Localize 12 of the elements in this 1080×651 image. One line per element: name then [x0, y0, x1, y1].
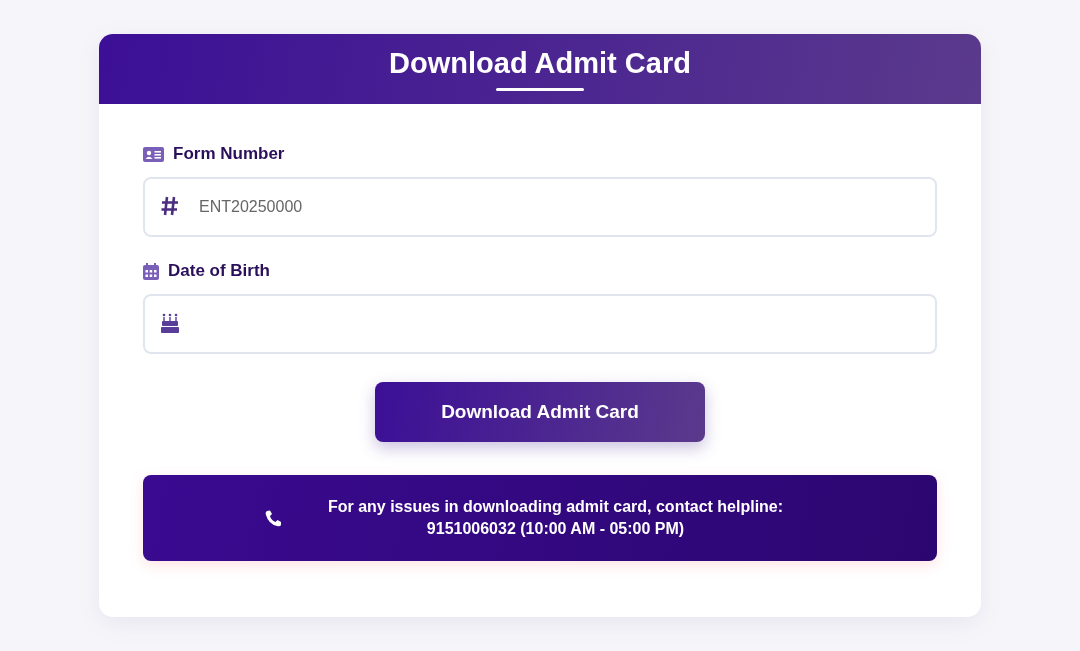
field-label: Date of Birth	[168, 261, 270, 281]
hash-icon	[161, 196, 179, 216]
card-title: Download Admit Card	[389, 47, 691, 80]
date-field[interactable]	[143, 294, 937, 354]
download-button[interactable]: Download Admit Card	[375, 382, 705, 442]
id-card-icon	[143, 146, 164, 162]
field-label: Form Number	[173, 144, 285, 164]
helpline-text: For any issues in downloading admit card, contact helpline: 9151006032 (10:00 AM - 05:00 PM)	[326, 496, 785, 539]
calendar-icon	[143, 262, 159, 280]
cake-icon	[161, 313, 179, 333]
phone-icon	[264, 509, 282, 527]
form-number-field[interactable]: ENT20250000	[143, 177, 937, 237]
